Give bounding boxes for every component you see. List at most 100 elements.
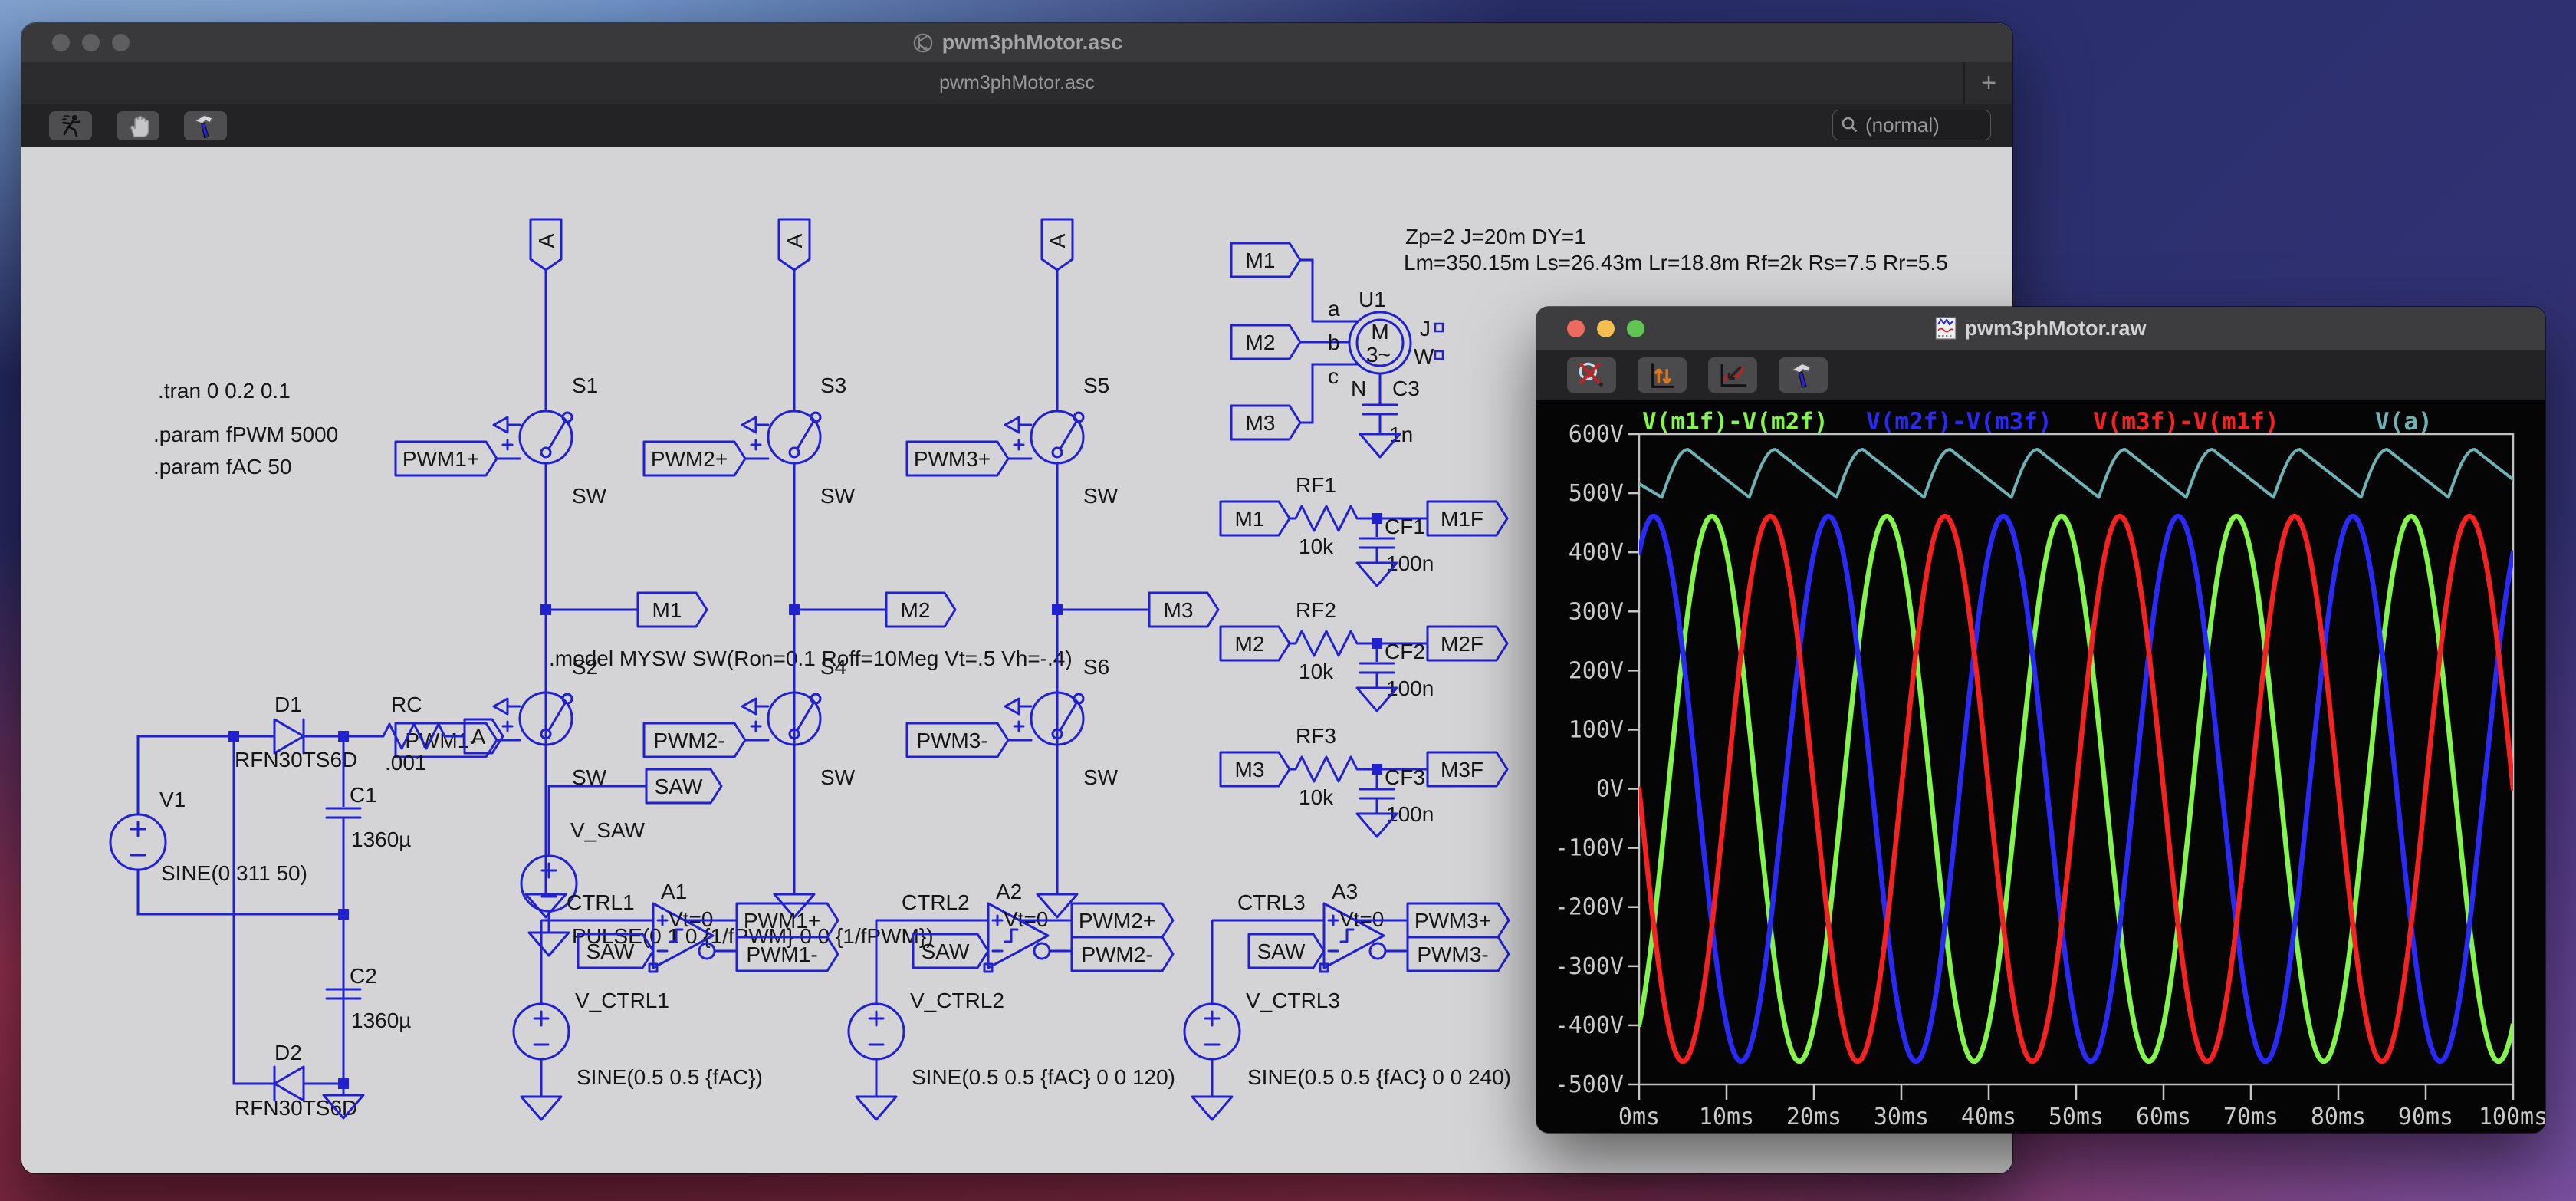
ltspice-waveform-window: pwm3phMotor.raw [1536,307,2545,1133]
legend-trace-1[interactable]: V(m1f)-V(m2f) [1642,408,1829,436]
net-flag-pwm-plus: PWM2+ [651,447,728,471]
comparator-2[interactable]: CTRL2 SAW A2 Vt=0 PWM2+ PWM2- V_CTRL2 SI… [849,880,1175,1120]
legend-trace-2[interactable]: V(m2f)-V(m3f) [1866,408,2052,436]
x-tick-label: 80ms [2311,1104,2366,1130]
x-tick-label: 70ms [2223,1104,2279,1130]
filter-3[interactable]: M3 RF3 10k CF3 100n M3F [1221,724,1507,837]
traffic-lights [52,23,130,62]
y-tick-label: -200V [1555,894,1624,921]
cap-name: C1 [350,783,377,807]
half-bridge-1[interactable]: A S1 SW PWM1+ M1 S2 SW PWM1- [396,219,707,917]
search-icon [1841,116,1859,134]
filter-1[interactable]: M1 RF1 10k CF1 100n M1F [1221,473,1507,586]
ctrl-net-label: CTRL2 [902,890,970,914]
close-button[interactable] [1567,320,1585,337]
switch-model: SW [572,484,607,508]
plot-settings-button[interactable] [1708,357,1757,393]
x-tick-label: 0ms [1618,1104,1660,1130]
search-placeholder: (normal) [1865,114,1940,137]
comparator-3[interactable]: CTRL3 SAW A3 Vt=0 PWM3+ PWM3- V_CTRL3 SI… [1184,880,1511,1120]
out-flag-minus: PWM2- [1081,943,1152,966]
filter-output-flag: M1F [1441,507,1484,531]
legend-trace-4[interactable]: V(a) [2375,408,2433,436]
trace-V(a) [1639,449,2513,498]
source-name: V_SAW [570,818,646,842]
y-tick-label: -400V [1555,1012,1624,1039]
ground-symbol [1192,1097,1232,1120]
filter-input-flag: M2 [1235,632,1265,656]
comparator-name: A3 [1332,880,1358,903]
switch-name: S6 [1083,655,1109,679]
hammer-icon [1789,361,1818,389]
x-tick-label: 50ms [2049,1104,2104,1130]
waveform-plot-area[interactable]: V(m1f)-V(m2f) V(m2f)-V(m3f) V(m3f)-V(m1f… [1536,400,2545,1133]
cap-value: 1360µ [351,1009,411,1032]
autorange-y-button[interactable] [1638,357,1687,393]
autorange-icon [1647,360,1677,390]
legend-trace-3[interactable]: V(m3f)-V(m1f) [2093,408,2279,436]
half-bridge-3[interactable]: A S5 SW PWM3+ M3 S6 SW PWM3- [907,219,1218,917]
zoom-button[interactable] [112,34,130,51]
switch-model: SW [820,765,856,789]
new-tab-button[interactable]: + [1963,62,2013,104]
ground-symbol [521,1097,561,1120]
minimize-button[interactable] [1597,320,1615,337]
switch-name: S1 [572,373,598,397]
edit-tools-button[interactable] [1779,357,1828,393]
x-tick-label: 40ms [1961,1104,2016,1130]
motor-pin-j: J [1420,317,1431,341]
directive-param-fac[interactable]: .param fAC 50 [153,455,292,479]
run-button[interactable] [49,111,92,140]
motor-params-line1[interactable]: Zp=2 J=20m DY=1 [1405,225,1586,248]
zoom-button[interactable] [1627,320,1644,337]
y-tick-label: -300V [1555,953,1624,980]
minimize-button[interactable] [82,34,100,51]
x-tick-label: 30ms [1874,1104,1929,1130]
search-field[interactable]: (normal) [1832,110,1991,140]
tab-schematic[interactable]: pwm3phMotor.asc [939,72,1095,94]
source-value: SINE(0.5 0.5 {fAC} 0 0 240) [1247,1065,1511,1089]
source-value: SINE(0.5 0.5 {fAC} 0 0 120) [912,1065,1175,1089]
res-name: RF1 [1296,473,1336,497]
directive-tran[interactable]: .tran 0 0.2 0.1 [158,379,291,403]
waveform-toolbar [1536,350,2545,400]
directive-switch-model[interactable]: .model MYSW SW(Ron=0.1 Roff=10Meg Vt=.5 … [549,647,1073,670]
plot-svg: 600V500V400V300V200V100V0V-100V-200V-300… [1536,400,2545,1133]
comparator-1[interactable]: CTRL1 SAW A1 Vt=0 PWM1+ PWM1- V_CTRL1 SI… [514,880,838,1120]
y-tick-label: 0V [1596,776,1624,803]
waveform-titlebar[interactable]: pwm3phMotor.raw [1536,307,2545,350]
res-value: 10k [1299,660,1334,683]
net-flag-saw: SAW [1257,939,1306,963]
switch-name: S4 [820,655,846,679]
cap-value: 1360µ [351,828,411,851]
motor-pin-c: c [1328,364,1339,388]
zoom-off-button[interactable] [1567,357,1616,393]
filter-2[interactable]: M2 RF2 10k CF2 100n M2F [1221,598,1507,711]
trace-group [1639,449,2513,1061]
diode-name: D1 [274,693,302,716]
net-flag-A: A [783,233,807,248]
res-name: RC [391,693,422,716]
net-flag-A: A [534,233,558,248]
transistor-icon [912,31,935,54]
close-button[interactable] [52,34,70,51]
switch-name: S3 [820,373,846,397]
net-flag-m1: M1 [1246,248,1276,272]
window-title-text: pwm3phMotor.raw [1964,317,2146,341]
half-bridge-2[interactable]: A S3 SW PWM2+ M2 S4 SW PWM2- [644,219,955,917]
edit-tools-button[interactable] [184,111,227,140]
schematic-titlebar[interactable]: pwm3phMotor.asc [21,23,2013,62]
x-tick-label: 90ms [2398,1104,2453,1130]
pan-button[interactable] [117,111,159,140]
saw-generator[interactable]: SAW V_SAW PULSE(0 1 0 {1/fPWM} 0 0 {1/fP… [521,769,934,956]
ground-symbol [856,1097,896,1120]
source-name: V1 [159,788,186,811]
plot-pan-icon [1717,360,1748,390]
net-flag-m2: M2 [1246,331,1276,354]
y-tick-label: 500V [1569,480,1624,507]
motor-block[interactable]: M1 M2 M3 M 3~ U1 a b c N J W C3 1n [1231,243,1443,457]
filter-output-flag: M2F [1441,632,1484,656]
motor-params-line2[interactable]: Lm=350.15m Ls=26.43m Lr=18.8m Rf=2k Rs=7… [1404,251,1948,275]
directive-param-fpwm[interactable]: .param fPWM 5000 [153,423,338,446]
comparator-name: A1 [661,880,687,903]
